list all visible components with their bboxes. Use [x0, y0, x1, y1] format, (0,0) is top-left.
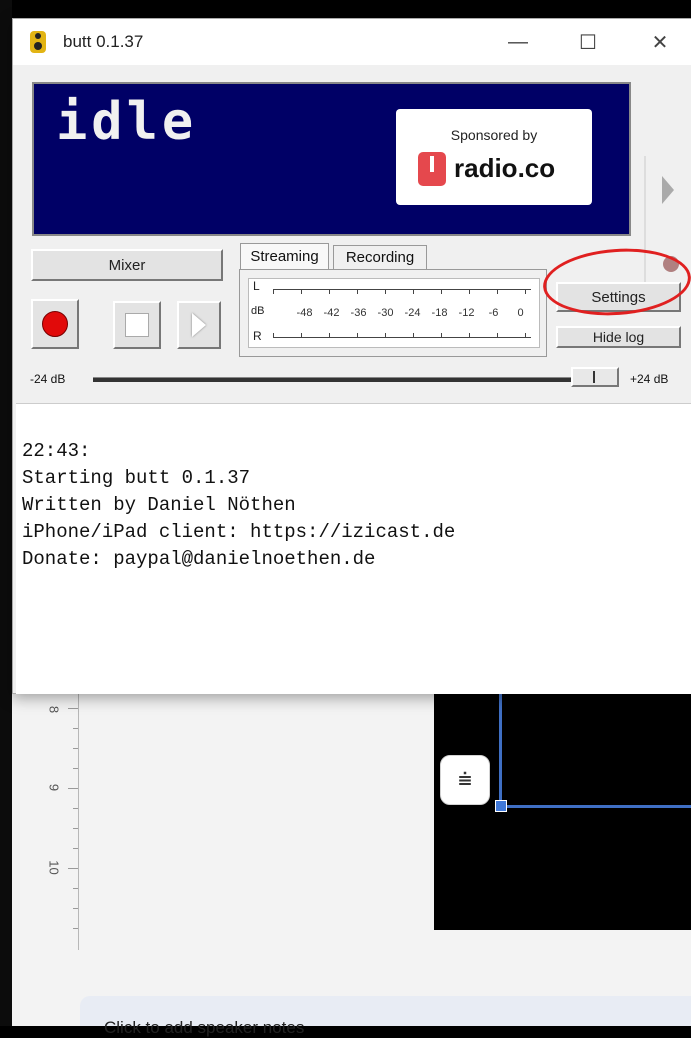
selection-border: [499, 690, 502, 808]
play-icon: [192, 313, 206, 337]
meter-tick-label: -36: [350, 307, 367, 319]
meter-db-label: dB: [251, 305, 265, 317]
background-left-edge: [0, 0, 12, 1026]
gain-min-label: -24 dB: [30, 372, 66, 386]
minimize-button[interactable]: —: [495, 25, 541, 59]
meter-tick: [413, 290, 414, 294]
meter-tick: [273, 333, 274, 337]
log-line: Donate: paypal@danielnoethen.de: [22, 548, 376, 570]
vu-meter-display: L dB R -48 -42 -36 -30 -24 -18 -12 -6 0: [248, 278, 540, 348]
stop-icon: [125, 313, 149, 337]
gain-slider-thumb[interactable]: [571, 367, 619, 387]
record-button[interactable]: [31, 299, 79, 349]
meter-tick: [469, 333, 470, 337]
meter-tick: [301, 333, 302, 337]
meter-tick: [273, 290, 274, 294]
meter-tick-label: -6: [488, 307, 499, 319]
meter-tick: [525, 333, 526, 337]
sponsor-banner[interactable]: Sponsored by radio.co: [396, 109, 592, 205]
meter-tick: [469, 290, 470, 294]
selection-handle[interactable]: [495, 800, 507, 812]
log-line: iPhone/iPad client: https://izicast.de: [22, 521, 456, 543]
meter-tick: [385, 290, 386, 294]
log-panel[interactable]: 22:43: Starting butt 0.1.37 Written by D…: [16, 403, 691, 694]
vertical-ruler: 8 9 10: [40, 690, 79, 950]
window-title: butt 0.1.37: [63, 32, 144, 51]
log-line: Written by Daniel Nöthen: [22, 494, 296, 516]
selection-border: [499, 805, 691, 808]
mixer-button[interactable]: Mixer: [31, 249, 223, 281]
tab-streaming[interactable]: Streaming: [240, 243, 329, 269]
radio-logo-icon: [418, 152, 446, 186]
title-bar[interactable]: butt 0.1.37 — ☐ ✕: [13, 19, 691, 65]
meter-tick: [497, 333, 498, 337]
meter-right-label: R: [253, 329, 262, 343]
meter-tick: [497, 290, 498, 294]
ruler-number: 10: [46, 860, 62, 875]
stop-button[interactable]: [113, 301, 161, 349]
status-text: idle: [56, 92, 198, 152]
speaker-notes-bar[interactable]: Click to add speaker notes: [80, 996, 691, 1037]
butt-window: butt 0.1.37 — ☐ ✕ idle Sponsored by radi…: [12, 18, 691, 694]
gain-slider-track[interactable]: [93, 377, 618, 382]
meter-tick: [441, 333, 442, 337]
gain-max-label: +24 dB: [630, 372, 669, 386]
meter-tick-label: -24: [404, 307, 421, 319]
close-button[interactable]: ✕: [637, 25, 683, 59]
meter-tick: [301, 290, 302, 294]
log-line: Starting butt 0.1.37: [22, 467, 251, 489]
meter-tick-label: -42: [323, 307, 340, 319]
tab-recording[interactable]: Recording: [333, 245, 427, 269]
meter-tick: [357, 333, 358, 337]
log-line: 22:43:: [22, 440, 91, 462]
meter-tick-label: -48: [296, 307, 313, 319]
play-button[interactable]: [177, 301, 221, 349]
meter-tick-label: 0: [517, 307, 524, 319]
speaker-notes-placeholder: Click to add speaker notes: [104, 1018, 305, 1037]
meter-tick: [413, 333, 414, 337]
hide-log-button[interactable]: Hide log: [556, 326, 681, 348]
vu-meter: L dB R -48 -42 -36 -30 -24 -18 -12 -6 0: [239, 269, 547, 357]
ruler-number: 8: [46, 705, 62, 714]
maximize-button[interactable]: ☐: [565, 25, 611, 59]
meter-tick: [329, 333, 330, 337]
ruler-number: 9: [46, 783, 62, 792]
sponsor-label: Sponsored by: [450, 127, 538, 143]
sponsor-name: radio.co: [454, 153, 556, 183]
meter-tick-label: -30: [377, 307, 394, 319]
status-display: idle Sponsored by radio.co: [32, 82, 679, 284]
meter-tick-label: -12: [458, 307, 475, 319]
meter-tick: [441, 290, 442, 294]
collapse-icon[interactable]: ⩧: [440, 755, 490, 805]
info-arrow-icon[interactable]: [662, 176, 674, 204]
slide-canvas[interactable]: [434, 690, 691, 930]
meter-tick: [385, 333, 386, 337]
meter-left-label: L: [253, 279, 260, 293]
meter-tick: [357, 290, 358, 294]
record-icon: [42, 311, 68, 337]
meter-tick: [525, 290, 526, 294]
speaker-icon: [30, 31, 46, 53]
meter-scale: -48 -42 -36 -30 -24 -18 -12 -6 0: [291, 307, 534, 319]
meter-tick: [329, 290, 330, 294]
meter-tick-label: -18: [431, 307, 448, 319]
background-top-edge: [0, 0, 691, 18]
